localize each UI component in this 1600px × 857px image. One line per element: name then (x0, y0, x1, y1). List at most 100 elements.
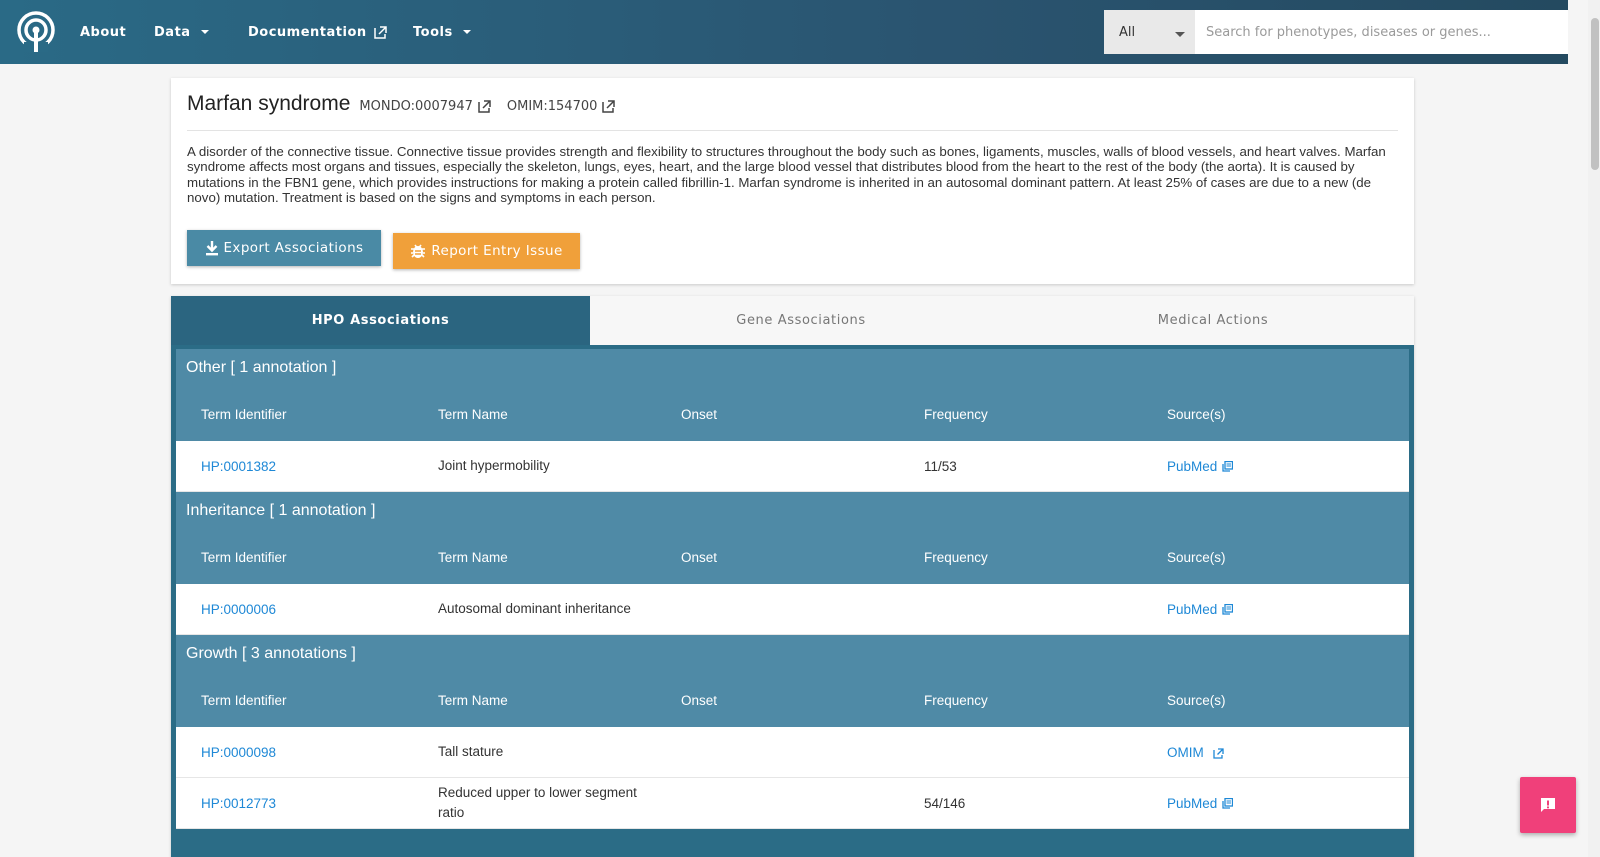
source-link[interactable]: PubMed (1167, 796, 1409, 811)
nav-data-menu[interactable]: Data (154, 25, 248, 40)
frequency-cell: 54/146 (924, 795, 966, 811)
caret-down-icon (200, 30, 209, 34)
table-row: HP:0000006 Autosomal dominant inheritance… (176, 584, 1409, 635)
term-name-cell: Reduced upper to lower segment ratio (438, 785, 637, 820)
search-bar: All (1104, 10, 1569, 54)
term-identifier-link[interactable]: HP:0001382 (201, 459, 276, 474)
term-identifier-cell: HP:0001382 (176, 459, 438, 474)
term-identifier-link[interactable]: HP:0012773 (201, 796, 276, 811)
library-icon (1222, 797, 1234, 809)
disease-description: A disorder of the connective tissue. Con… (187, 144, 1386, 206)
annotation-group: Other [ 1 annotation ] Term Identifier Ter… (176, 349, 1409, 492)
annotation-group-title: Growth [ 3 annotations ] (186, 645, 356, 662)
sources-cell: PubMed (1167, 459, 1409, 474)
column-header[interactable]: Source(s) (1167, 550, 1409, 565)
library-icon (1222, 460, 1234, 472)
export-associations-button[interactable]: Export Associations (187, 230, 381, 266)
annotation-group-title: Other [ 1 annotation ] (186, 359, 337, 376)
nav-about[interactable]: About (80, 25, 154, 40)
column-header[interactable]: Term Identifier (176, 693, 438, 708)
column-header[interactable]: Term Name (438, 407, 681, 422)
bug-icon (411, 244, 426, 258)
term-name-cell: Joint hypermobility (438, 458, 550, 473)
mondo-id: MONDO:0007947 (359, 99, 473, 114)
column-header[interactable]: Frequency (924, 693, 1167, 708)
feedback-icon (1541, 798, 1555, 812)
omim-link[interactable]: OMIM:154700 (507, 99, 616, 114)
source-link[interactable]: OMIM (1167, 745, 1409, 760)
sources-cell: PubMed (1167, 796, 1409, 811)
term-identifier-link[interactable]: HP:0000006 (201, 602, 276, 617)
export-associations-label: Export Associations (223, 240, 364, 256)
external-link-icon (1213, 748, 1224, 759)
external-link-icon (373, 25, 387, 39)
nav-tools-label: Tools (413, 24, 453, 40)
title-row: Marfan syndrome MONDO:0007947 OMIM:15470… (187, 92, 616, 116)
report-entry-issue-button[interactable]: Report Entry Issue (393, 233, 580, 269)
source-label: OMIM (1167, 744, 1204, 760)
column-header[interactable]: Term Identifier (176, 407, 438, 422)
column-header[interactable]: Frequency (924, 407, 1167, 422)
external-link-icon (478, 100, 491, 113)
nav-documentation-label: Documentation (248, 24, 367, 40)
report-entry-issue-label: Report Entry Issue (431, 243, 563, 259)
sources-cell: OMIM (1167, 745, 1409, 760)
omim-id: OMIM:154700 (506, 99, 598, 114)
mondo-link[interactable]: MONDO:0007947 (359, 99, 491, 114)
column-header[interactable]: Onset (681, 407, 924, 422)
scrollbar-thumb[interactable] (1591, 18, 1599, 170)
associations-panel: HPO Associations Gene Associations Medic… (171, 296, 1414, 857)
table-row: HP:0012773 Reduced upper to lower segment… (176, 778, 1409, 829)
search-input[interactable] (1195, 10, 1569, 54)
tab-gene-associations[interactable]: Gene Associations (590, 296, 1012, 345)
nav-data-label: Data (154, 24, 191, 40)
hpo-logo-icon[interactable] (14, 10, 58, 54)
source-label: PubMed (1167, 795, 1218, 811)
top-navigation-bar: About Data Documentation Tools All (0, 0, 1569, 64)
table-header-row: Term Identifier Term Name Onset Frequency So… (176, 673, 1409, 727)
column-header[interactable]: Term Identifier (176, 550, 438, 565)
associations-tabs: HPO Associations Gene Associations Medic… (171, 296, 1414, 345)
divider (187, 130, 1398, 131)
page-gutter (1568, 0, 1588, 857)
table-row: HP:0001382 Joint hypermobility 11/53 PubMed (176, 441, 1409, 492)
table-row: HP:0000098 Tall stature OMIM (176, 727, 1409, 778)
term-identifier-link[interactable]: HP:0000098 (201, 745, 276, 760)
column-header[interactable]: Onset (681, 693, 924, 708)
column-header[interactable]: Onset (681, 550, 924, 565)
column-header[interactable]: Frequency (924, 550, 1167, 565)
download-icon (205, 241, 218, 256)
frequency-cell: 11/53 (924, 458, 957, 474)
nav-about-label: About (80, 24, 127, 40)
annotation-group: Growth [ 3 annotations ] Term Identifier T… (176, 635, 1409, 829)
feedback-button[interactable] (1520, 777, 1576, 833)
nav-documentation[interactable]: Documentation (248, 25, 413, 40)
source-link[interactable]: PubMed (1167, 459, 1409, 474)
caret-down-icon (462, 30, 471, 34)
page-title: Marfan syndrome (187, 92, 351, 115)
annotation-group: Inheritance [ 1 annotation ] Term Identif… (176, 492, 1409, 635)
search-category-select[interactable]: All (1104, 10, 1195, 54)
column-header[interactable]: Term Name (438, 550, 681, 565)
column-header[interactable]: Term Name (438, 693, 681, 708)
term-name-cell: Autosomal dominant inheritance (438, 601, 631, 616)
column-header[interactable]: Source(s) (1167, 693, 1409, 708)
source-label: PubMed (1167, 601, 1218, 617)
library-icon (1222, 603, 1234, 615)
table-header-row: Term Identifier Term Name Onset Frequency So… (176, 530, 1409, 584)
source-label: PubMed (1167, 458, 1218, 474)
tab-hpo-associations[interactable]: HPO Associations (171, 296, 590, 345)
column-header[interactable]: Source(s) (1167, 407, 1409, 422)
disease-header-card: Marfan syndrome MONDO:0007947 OMIM:15470… (171, 78, 1414, 284)
tab-medical-actions[interactable]: Medical Actions (1012, 296, 1414, 345)
term-identifier-cell: HP:0000006 (176, 602, 438, 617)
term-name-cell: Tall stature (438, 744, 504, 759)
nav-tools-menu[interactable]: Tools (413, 25, 493, 40)
source-link[interactable]: PubMed (1167, 602, 1409, 617)
caret-down-icon (1175, 32, 1185, 37)
external-link-icon (602, 100, 616, 113)
annotation-group-title: Inheritance [ 1 annotation ] (186, 502, 376, 519)
table-header-row: Term Identifier Term Name Onset Frequency So… (176, 387, 1409, 441)
hpo-annotation-groups: Other [ 1 annotation ] Term Identifier Ter… (176, 349, 1409, 829)
search-category-value: All (1119, 24, 1136, 40)
